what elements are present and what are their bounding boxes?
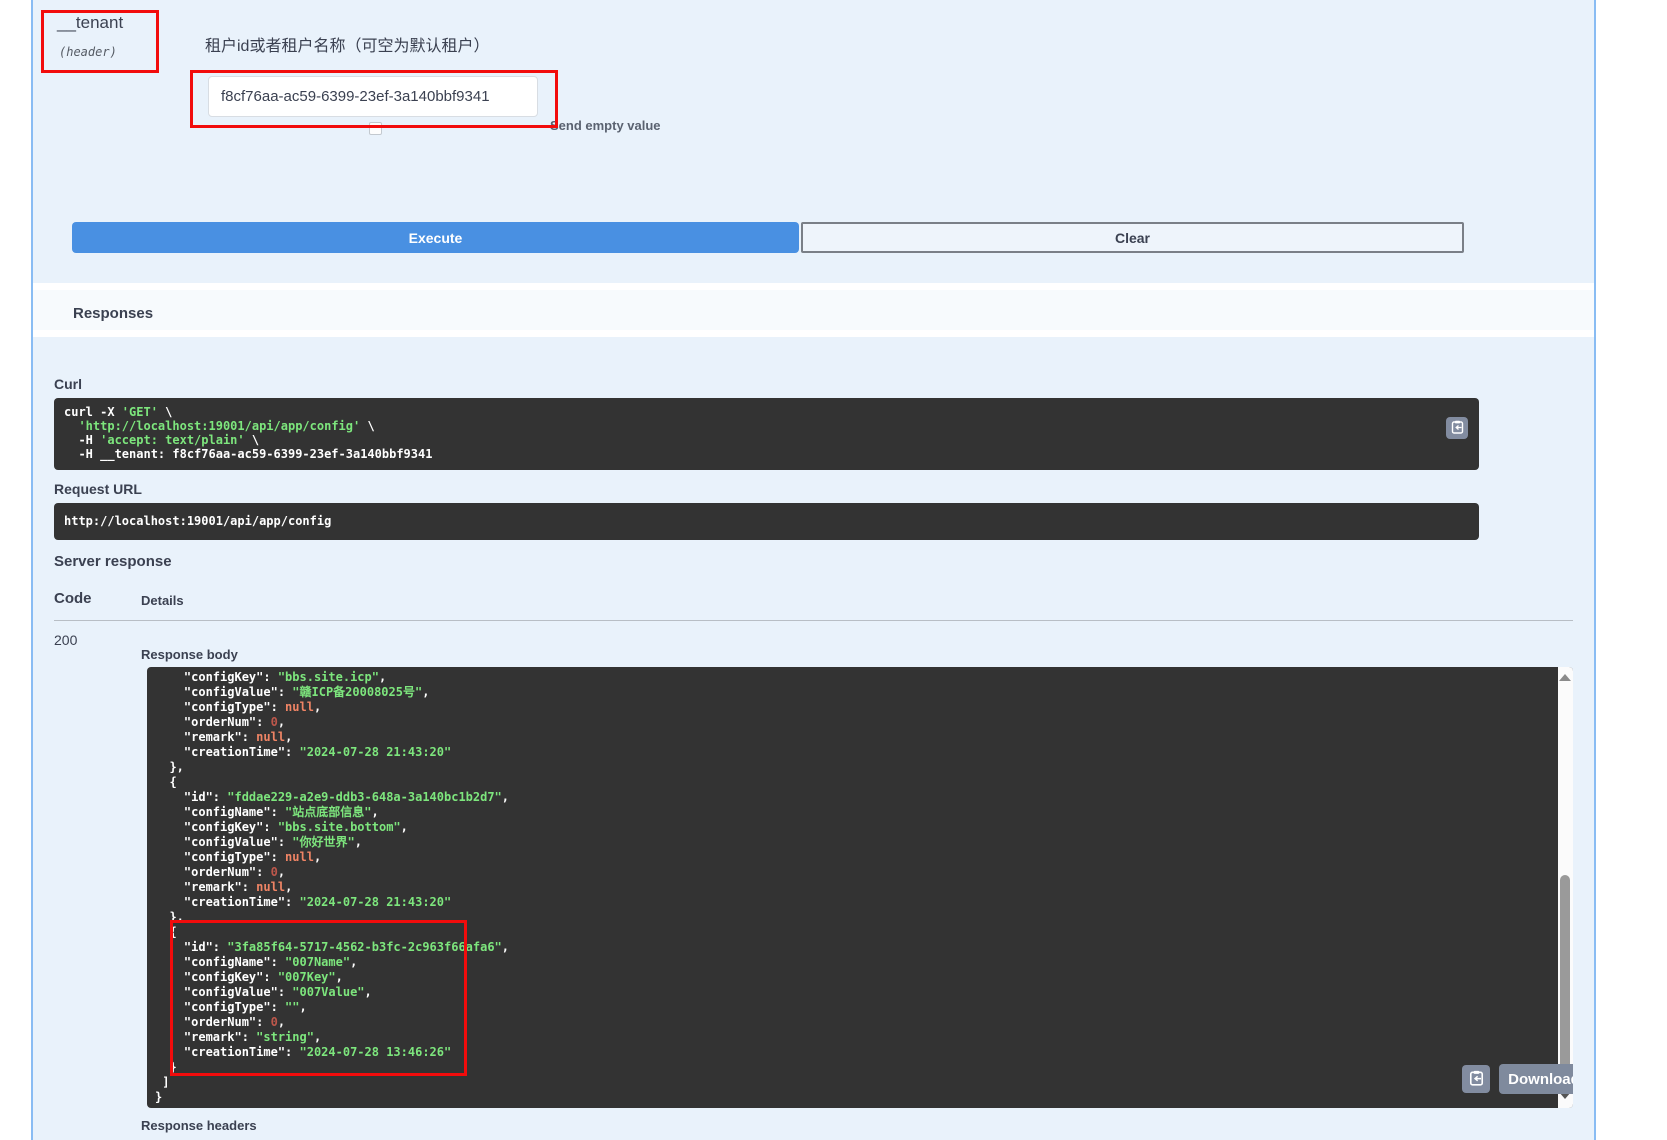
- execute-button[interactable]: Execute: [72, 222, 799, 253]
- code-line: "remark": null,: [155, 730, 1565, 745]
- code-line: "creationTime": "2024-07-28 13:46:26": [155, 1045, 1565, 1060]
- request-url-text: http://localhost:19001/api/app/config: [54, 503, 1479, 535]
- code-line: "configKey": "007Key",: [155, 970, 1565, 985]
- send-empty-label: Send empty value: [550, 118, 661, 133]
- code-line: "configType": "",: [155, 1000, 1565, 1015]
- parameter-name: __tenant: [57, 13, 123, 33]
- request-url-block: http://localhost:19001/api/app/config: [54, 503, 1479, 540]
- responses-title: Responses: [73, 305, 153, 322]
- code-line: "remark": null,: [155, 880, 1565, 895]
- code-line: "configValue": "赣ICP备20008025号",: [155, 685, 1565, 700]
- clear-button[interactable]: Clear: [801, 222, 1464, 253]
- details-column-header: Details: [141, 593, 184, 608]
- code-column-header: Code: [54, 590, 92, 607]
- code-line: ]: [155, 1075, 1565, 1090]
- curl-label: Curl: [54, 376, 82, 392]
- code-line: }: [155, 1090, 1565, 1105]
- code-line: }: [155, 1060, 1565, 1075]
- scrollbar-thumb[interactable]: [1560, 875, 1570, 1085]
- code-line: "id": "fddae229-a2e9-ddb3-648a-3a140bc1b…: [155, 790, 1565, 805]
- response-headers-label: Response headers: [141, 1118, 257, 1133]
- code-line: "creationTime": "2024-07-28 21:43:20": [155, 895, 1565, 910]
- code-line: "configName": "站点底部信息",: [155, 805, 1565, 820]
- clipboard-icon: [1469, 1070, 1484, 1089]
- code-line: http://localhost:19001/api/app/config: [64, 514, 1469, 528]
- code-line: },: [155, 760, 1565, 775]
- response-body-block[interactable]: "configKey": "bbs.site.icp", "configValu…: [147, 667, 1573, 1108]
- code-line: },: [155, 910, 1565, 925]
- responses-header-bg: [33, 290, 1594, 330]
- swagger-ui-page: __tenant (header) 租户id或者租户名称（可空为默认租户） Se…: [0, 0, 1667, 1140]
- clipboard-icon: [1451, 420, 1464, 437]
- get-operation-block: __tenant (header) 租户id或者租户名称（可空为默认租户） Se…: [31, 0, 1596, 1140]
- tenant-input[interactable]: [208, 76, 538, 117]
- code-line: "configName": "007Name",: [155, 955, 1565, 970]
- parameter-location: (header): [59, 45, 117, 59]
- server-response-label: Server response: [54, 553, 172, 570]
- code-line: "orderNum": 0,: [155, 715, 1565, 730]
- response-body-label: Response body: [141, 647, 238, 662]
- code-line: "configType": null,: [155, 700, 1565, 715]
- code-line: -H __tenant: f8cf76aa-ac59-6399-23ef-3a1…: [64, 447, 1469, 461]
- download-button[interactable]: Download: [1499, 1064, 1573, 1094]
- header-divider: [54, 620, 1573, 621]
- code-line: curl -X 'GET' \: [64, 405, 1469, 419]
- code-line: -H 'accept: text/plain' \: [64, 433, 1469, 447]
- copy-response-button[interactable]: [1462, 1065, 1490, 1093]
- code-line: {: [155, 775, 1565, 790]
- code-line: "creationTime": "2024-07-28 21:43:20": [155, 745, 1565, 760]
- parameter-description: 租户id或者租户名称（可空为默认租户）: [205, 32, 489, 56]
- code-line: "configType": null,: [155, 850, 1565, 865]
- code-line: 'http://localhost:19001/api/app/config' …: [64, 419, 1469, 433]
- curl-command-text: curl -X 'GET' \ 'http://localhost:19001/…: [54, 398, 1479, 468]
- curl-command-block[interactable]: curl -X 'GET' \ 'http://localhost:19001/…: [54, 398, 1479, 470]
- code-line: "id": "3fa85f64-5717-4562-b3fc-2c963f66a…: [155, 940, 1565, 955]
- code-line: "configValue": "007Value",: [155, 985, 1565, 1000]
- code-line: "configKey": "bbs.site.icp",: [155, 670, 1565, 685]
- send-empty-checkbox[interactable]: [369, 122, 382, 135]
- status-code: 200: [54, 632, 77, 648]
- code-line: "configKey": "bbs.site.bottom",: [155, 820, 1565, 835]
- code-line: "orderNum": 0,: [155, 1015, 1565, 1030]
- copy-curl-button[interactable]: [1446, 417, 1468, 439]
- code-line: "orderNum": 0,: [155, 865, 1565, 880]
- response-body-json: "configKey": "bbs.site.icp", "configValu…: [147, 667, 1573, 1108]
- code-line: "remark": "string",: [155, 1030, 1565, 1045]
- response-scrollbar[interactable]: [1558, 667, 1573, 1108]
- scroll-up-arrow-icon[interactable]: [1559, 674, 1571, 681]
- request-url-label: Request URL: [54, 481, 142, 497]
- code-line: "configValue": "你好世界",: [155, 835, 1565, 850]
- code-line: {: [155, 925, 1565, 940]
